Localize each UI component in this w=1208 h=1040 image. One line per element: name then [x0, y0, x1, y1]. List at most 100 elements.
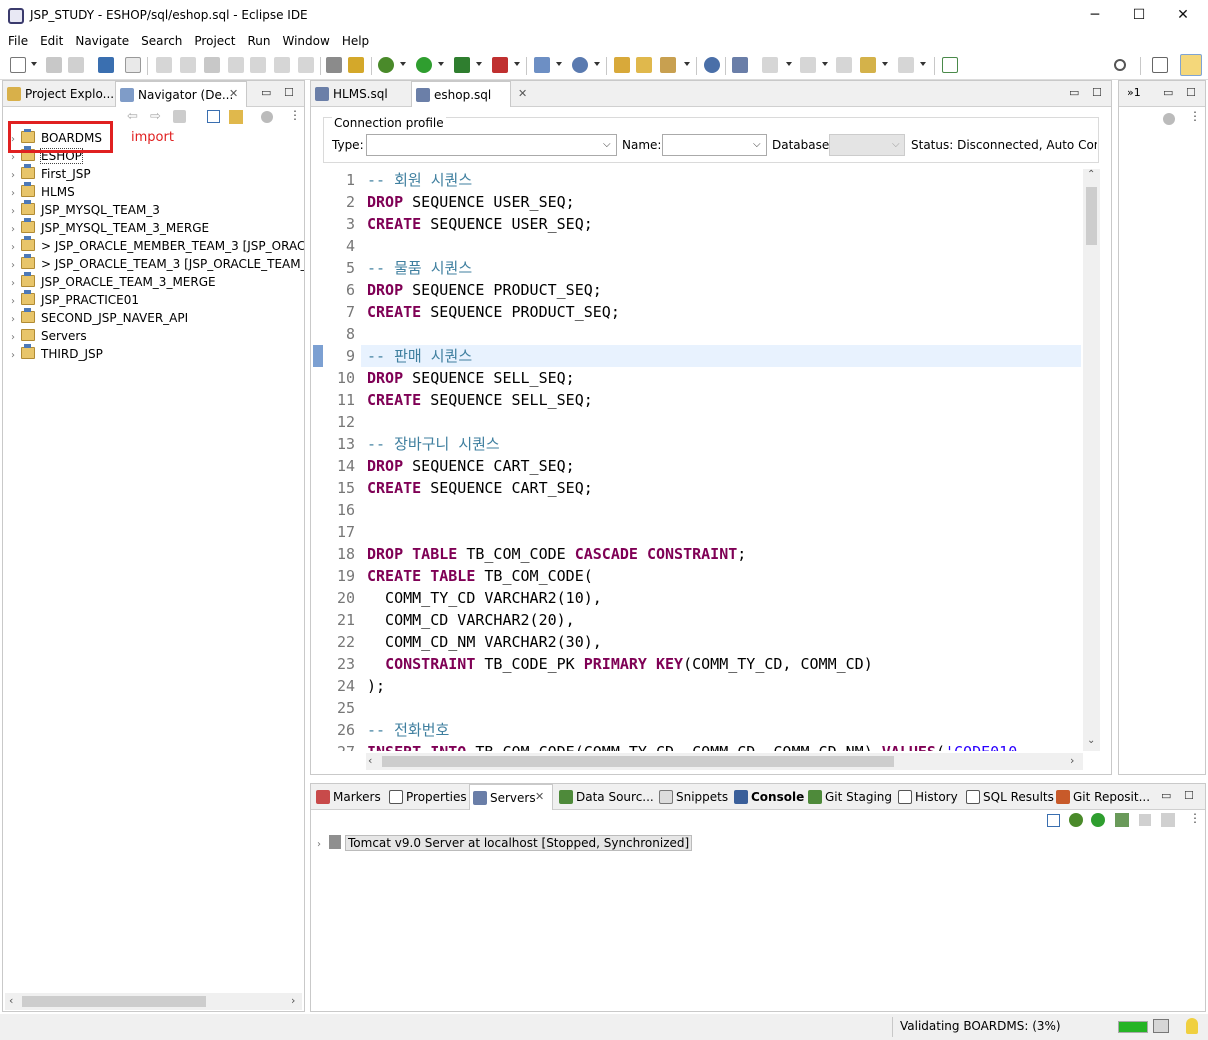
collapse-all-icon[interactable] [207, 110, 220, 123]
close-navigator-icon[interactable]: ✕ [229, 87, 238, 100]
tree-item-second-jsp-naver-api[interactable]: › SECOND_JSP_NAVER_API [11, 308, 188, 327]
view-menu-icon[interactable]: ⋮ [289, 108, 301, 122]
menu-project[interactable]: Project [188, 30, 241, 52]
server-row-tomcat[interactable]: › Tomcat v9.0 Server at localhost [Stoppe… [317, 834, 693, 852]
collapse-all-icon[interactable] [1047, 814, 1060, 827]
open-task-icon[interactable] [636, 57, 652, 73]
filters-icon[interactable] [1163, 113, 1175, 125]
horizontal-scrollbar-thumb[interactable] [382, 756, 894, 767]
right-minimize-icon[interactable]: ▭ [1163, 86, 1173, 99]
close-eshop-tab-icon[interactable]: ✕ [518, 87, 527, 100]
view-menu-icon[interactable]: ⋮ [1189, 811, 1201, 825]
annotation-icon[interactable] [732, 57, 748, 73]
chevron-right-icon[interactable]: › [11, 347, 21, 365]
progress-view-icon[interactable] [1153, 1019, 1169, 1033]
browser-icon[interactable] [704, 57, 720, 73]
tab-project-explorer[interactable]: Project Explo... [3, 81, 113, 107]
run-sql-icon[interactable] [348, 57, 364, 73]
toggle-format-icon[interactable] [326, 57, 342, 73]
previous-annotation-icon[interactable] [800, 57, 816, 73]
tab-history[interactable]: History [895, 784, 958, 810]
tree-item-jsp-oracle-team-3-merge[interactable]: › JSP_ORACLE_TEAM_3_MERGE [11, 272, 216, 291]
tab-snippets[interactable]: Snippets [656, 784, 728, 810]
editor-vertical-scrollbar[interactable]: ⌃ ⌄ [1083, 169, 1100, 751]
open-type-icon[interactable] [614, 57, 630, 73]
tip-lightbulb-icon[interactable] [1186, 1018, 1198, 1034]
back-nav-icon[interactable]: ⇦ [127, 109, 138, 124]
view-menu-icon[interactable]: ⋮ [1189, 109, 1201, 123]
scroll-right-icon[interactable]: › [291, 994, 295, 1007]
tab-sql-results[interactable]: SQL Results [963, 784, 1054, 810]
right-maximize-icon[interactable]: ☐ [1186, 86, 1196, 99]
bottom-minimize-icon[interactable]: ▭ [1161, 789, 1171, 802]
tree-item-jsp-mysql-team-3-merge[interactable]: › JSP_MYSQL_TEAM_3_MERGE [11, 218, 209, 237]
tree-horizontal-scrollbar[interactable]: ‹ › [5, 993, 302, 1010]
back-icon[interactable] [860, 57, 876, 73]
link-editor-icon[interactable] [229, 110, 243, 124]
last-edit-icon[interactable] [836, 57, 852, 73]
menu-navigate[interactable]: Navigate [69, 30, 135, 52]
debug-icon[interactable] [378, 57, 394, 73]
tree-item-jsp-oracle-member-team-3[interactable]: › > JSP_ORACLE_MEMBER_TEAM_3 [JSP_ORACLE_ [11, 236, 304, 255]
tree-item-jsp-mysql-team-3[interactable]: › JSP_MYSQL_TEAM_3 [11, 200, 160, 219]
new-java-class-icon[interactable] [572, 57, 588, 73]
stop-server-icon[interactable] [1139, 814, 1151, 826]
tab-console[interactable]: Console [731, 784, 804, 810]
step-return-icon[interactable] [298, 57, 314, 73]
editor-maximize-icon[interactable]: ☐ [1092, 86, 1102, 99]
suspend-icon[interactable] [180, 57, 196, 73]
pin-editor-icon[interactable] [942, 57, 958, 73]
name-select[interactable]: ⌵ [662, 134, 767, 156]
tab-hlms-sql[interactable]: HLMS.sql [311, 81, 409, 107]
editor-horizontal-scrollbar[interactable]: ‹ › [366, 753, 1083, 770]
tab-markers[interactable]: Markers [313, 784, 381, 810]
database-select[interactable]: ⌵ [829, 134, 905, 156]
next-annotation-icon[interactable] [762, 57, 778, 73]
editor-minimize-icon[interactable]: ▭ [1069, 86, 1079, 99]
menu-run[interactable]: Run [241, 30, 276, 52]
tree-item-jsp-practice01[interactable]: › JSP_PRACTICE01 [11, 290, 139, 309]
terminate-icon[interactable] [204, 57, 220, 73]
code-editor[interactable]: 1 -- 회원 시퀀스 2 DROP SEQUENCE USER_SEQ; 3 CREAT… [311, 169, 1083, 751]
scrollbar-thumb[interactable] [22, 996, 206, 1007]
tree-item-third-jsp[interactable]: › THIRD_JSP [11, 344, 103, 365]
menu-edit[interactable]: Edit [34, 30, 69, 52]
bottom-maximize-icon[interactable]: ☐ [1184, 789, 1194, 802]
disconnect-icon[interactable] [228, 57, 244, 73]
maximize-icon[interactable]: ☐ [284, 86, 294, 99]
scroll-up-icon[interactable]: ⌃ [1087, 169, 1095, 180]
profile-server-icon[interactable] [1115, 813, 1129, 827]
close-button[interactable]: ✕ [1160, 0, 1206, 30]
new-server-icon[interactable] [534, 57, 550, 73]
maximize-button[interactable]: ☐ [1116, 0, 1162, 30]
close-servers-icon[interactable]: ✕ [535, 790, 544, 803]
tab-properties[interactable]: Properties [386, 784, 467, 810]
tab-git-staging[interactable]: Git Staging [805, 784, 892, 810]
menu-window[interactable]: Window [276, 30, 335, 52]
search-tool-icon[interactable] [660, 57, 676, 73]
open-perspective-icon[interactable] [1152, 57, 1168, 73]
menu-search[interactable]: Search [135, 30, 188, 52]
scroll-left-icon[interactable]: ‹ [9, 994, 13, 1007]
minimize-icon[interactable]: ▭ [261, 86, 271, 99]
hidden-views-button[interactable]: »1 [1127, 86, 1141, 99]
save-all-icon[interactable] [68, 57, 84, 73]
forward-nav-icon[interactable]: ⇨ [150, 109, 161, 124]
tab-git-repositories[interactable]: Git Reposit... [1053, 784, 1150, 810]
tree-item-servers[interactable]: › Servers [11, 327, 87, 345]
run-icon[interactable] [416, 57, 432, 73]
tree-item-first-jsp[interactable]: › First_JSP [11, 164, 91, 183]
tree-item-jsp-oracle-team-3[interactable]: › > JSP_ORACLE_TEAM_3 [JSP_ORACLE_TEAM_3 … [11, 254, 304, 273]
tree-item-hlms[interactable]: › HLMS [11, 182, 75, 201]
menu-help[interactable]: Help [336, 30, 375, 52]
scroll-down-icon[interactable]: ⌄ [1087, 735, 1095, 746]
skip-breakpoints-icon[interactable] [125, 57, 141, 73]
filters-icon[interactable] [261, 111, 273, 123]
menu-file[interactable]: File [2, 30, 34, 52]
run-coverage-icon[interactable] [454, 57, 470, 73]
java-ee-perspective-icon[interactable] [1180, 54, 1202, 76]
up-nav-icon[interactable] [173, 110, 186, 123]
start-server-icon[interactable] [1091, 813, 1105, 827]
forward-icon[interactable] [898, 57, 914, 73]
save-icon[interactable] [46, 57, 62, 73]
